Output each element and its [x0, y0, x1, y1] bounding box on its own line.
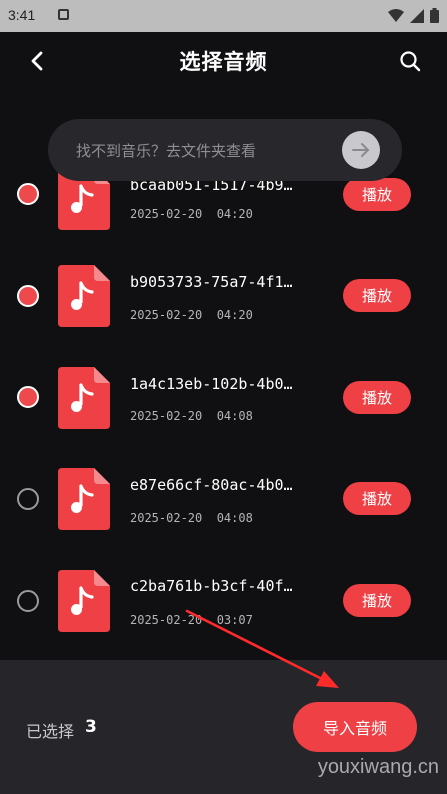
- list-item[interactable]: e87e66cf-80ac-4b0… 2025-02-20 04:08 播放: [0, 450, 447, 552]
- list-item[interactable]: b9053733-75a7-4f1… 2025-02-20 04:20 播放: [0, 246, 447, 348]
- play-button[interactable]: 播放: [343, 381, 411, 414]
- select-radio[interactable]: [17, 488, 39, 510]
- open-folder-button[interactable]: [342, 131, 380, 169]
- select-radio[interactable]: [17, 285, 39, 307]
- search-button[interactable]: [395, 46, 425, 76]
- file-date: 2025-02-20 03:07: [130, 613, 253, 627]
- music-file-icon: [58, 367, 110, 429]
- select-radio[interactable]: [17, 183, 39, 205]
- folder-hint-bar[interactable]: 找不到音乐？去文件夹查看: [48, 119, 402, 181]
- import-audio-button[interactable]: 导入音频: [293, 702, 417, 752]
- wifi-icon: [388, 9, 404, 22]
- music-file-icon: [58, 468, 110, 530]
- page-title: 选择音频: [179, 50, 268, 74]
- selected-label: 已选择: [26, 722, 75, 741]
- play-button[interactable]: 播放: [343, 584, 411, 617]
- file-date: 2025-02-20 04:08: [130, 409, 253, 423]
- arrow-right-icon: [352, 143, 369, 157]
- signal-icon: [410, 8, 424, 23]
- nav-bar: 选择音频: [0, 32, 447, 88]
- search-icon: [400, 51, 421, 72]
- watermark: youxiwang.cn: [317, 756, 439, 778]
- list-item[interactable]: c2ba761b-b3cf-40f… 2025-02-20 03:07 播放: [0, 552, 447, 654]
- file-name: b9053733-75a7-4f1…: [130, 273, 293, 291]
- battery-icon: [430, 8, 439, 23]
- file-date: 2025-02-20 04:20: [130, 308, 253, 322]
- status-bar: 3:41: [0, 0, 447, 32]
- notification-icon: [58, 9, 69, 20]
- file-date: 2025-02-20 04:20: [130, 207, 253, 221]
- play-button[interactable]: 播放: [343, 178, 411, 211]
- file-name: e87e66cf-80ac-4b0…: [130, 476, 293, 494]
- play-button[interactable]: 播放: [343, 482, 411, 515]
- music-file-icon: [58, 570, 110, 632]
- list-item[interactable]: 1a4c13eb-102b-4b0… 2025-02-20 04:08 播放: [0, 348, 447, 450]
- music-file-icon: [58, 265, 110, 327]
- file-name: 1a4c13eb-102b-4b0…: [130, 375, 293, 393]
- status-icons: [388, 8, 439, 23]
- select-radio[interactable]: [17, 386, 39, 408]
- select-radio[interactable]: [17, 590, 39, 612]
- folder-hint-text: 找不到音乐？去文件夹查看: [76, 142, 257, 160]
- file-date: 2025-02-20 04:08: [130, 511, 253, 525]
- play-button[interactable]: 播放: [343, 279, 411, 312]
- selected-count: 3: [85, 717, 97, 737]
- status-time: 3:41: [8, 7, 36, 23]
- file-name: c2ba761b-b3cf-40f…: [130, 577, 293, 595]
